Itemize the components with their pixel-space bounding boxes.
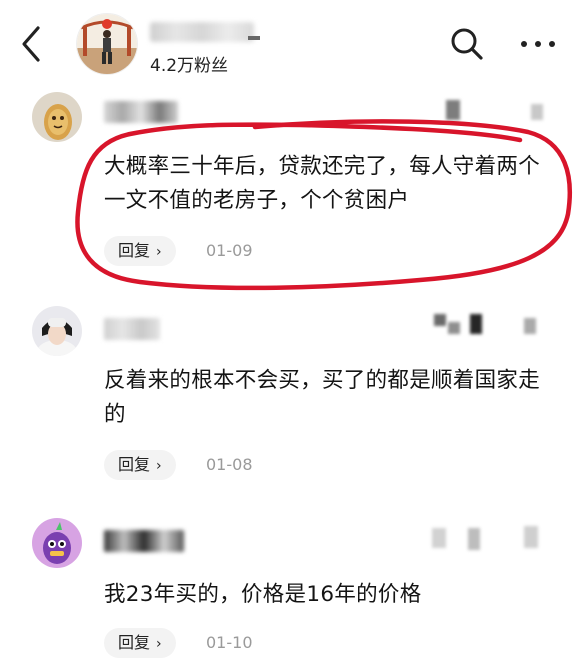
commenter-avatar[interactable] [32, 518, 82, 568]
reply-button[interactable]: 回复 › [104, 628, 176, 658]
commenter-name-blurred [104, 530, 184, 552]
comment-item: 我23年买的，价格是16年的价格 回复 › 01-10 [0, 0, 580, 671]
comment-text: 我23年买的，价格是16年的价格 [104, 582, 422, 607]
like-area-blurred [432, 528, 446, 548]
chevron-right-icon: › [156, 636, 162, 652]
reply-label: 回复 [118, 633, 151, 652]
comment-date: 01-10 [206, 633, 253, 652]
like-area-blurred [524, 526, 538, 548]
like-area-blurred [468, 528, 480, 550]
